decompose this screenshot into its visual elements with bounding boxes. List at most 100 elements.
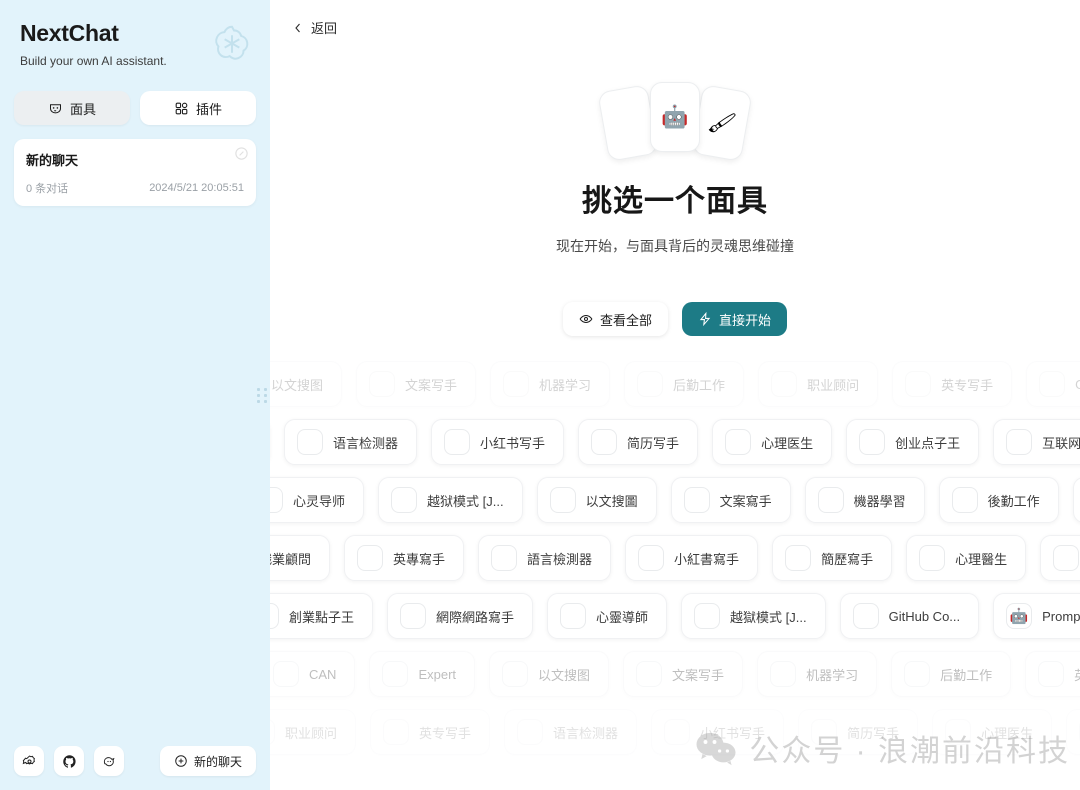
mask-row: 以文搜图 文案写手 机器学习 后勤工作 职业顾问 英专写手 Git <box>270 360 1080 408</box>
mask-avatar <box>383 719 410 745</box>
new-chat-button[interactable]: 新的聊天 <box>159 746 256 776</box>
mask-name: 機器學習 <box>853 493 906 509</box>
mask-card[interactable]: 文案寫手 <box>670 477 791 523</box>
brand-block: NextChat Build your own AI assistant. <box>14 20 256 69</box>
mask-card[interactable]: 简历写手 <box>798 709 919 755</box>
close-circle-icon[interactable] <box>234 146 249 161</box>
tab-plugins[interactable]: 插件 <box>140 91 256 126</box>
mask-name: 心理醫生 <box>955 551 1008 567</box>
start-now-button[interactable]: 直接开始 <box>682 302 788 336</box>
mask-name: 心理医生 <box>761 435 814 451</box>
mask-card[interactable]: 職業顧問 <box>1072 477 1080 523</box>
openai-logo-icon <box>210 22 254 66</box>
chat-list-item[interactable]: 新的聊天 0 条对话 2024/5/21 20:05:51 <box>14 139 256 207</box>
mask-card[interactable]: 越狱模式 [J... <box>378 477 523 523</box>
mask-card[interactable]: 后勤工作 <box>891 651 1012 697</box>
mask-card[interactable]: 網際網路寫手 <box>387 593 534 639</box>
mask-card[interactable]: 小红书写手 <box>431 419 565 465</box>
mask-name: 職業顧問 <box>270 551 312 567</box>
mask-name: 文案写手 <box>405 377 458 393</box>
mask-name: 後勤工作 <box>987 493 1040 509</box>
mask-card[interactable]: 心理醫生 <box>906 535 1027 581</box>
mask-avatar <box>637 371 664 397</box>
mask-card[interactable]: 職業顧問 <box>270 535 331 581</box>
mask-card[interactable]: 英专写 <box>1025 651 1080 697</box>
mask-card[interactable]: Expert <box>369 651 476 697</box>
mask-name: Expert <box>418 666 457 682</box>
mask-name: 以文搜圖 <box>585 493 638 509</box>
mask-card[interactable]: 以文搜图 <box>270 361 343 407</box>
mask-avatar <box>560 603 587 629</box>
mask-name: 后勤工作 <box>940 667 993 683</box>
mask-card[interactable]: 英专写手 <box>370 709 491 755</box>
mask-name: 简历写手 <box>847 725 900 741</box>
sidebar-resize-handle[interactable] <box>257 387 267 403</box>
github-button[interactable] <box>54 746 84 776</box>
mask-card[interactable]: 心灵导师 <box>270 477 365 523</box>
mask-card[interactable]: 机器学习 <box>490 361 611 407</box>
mask-card[interactable]: CAN <box>270 651 356 697</box>
mask-card[interactable]: 职业顾问 <box>270 709 357 755</box>
mask-avatar <box>852 603 879 629</box>
view-all-button[interactable]: 查看全部 <box>562 302 668 336</box>
new-chat-label: 新的聊天 <box>193 754 242 769</box>
mask-avatar <box>591 429 618 455</box>
mask-avatar <box>951 487 978 513</box>
mask-card[interactable]: 越獄模式 [J... <box>681 593 826 639</box>
mask-name: 创业点子王 <box>895 435 961 451</box>
sidebar: NextChat Build your own AI assistant. 面具… <box>0 0 270 790</box>
mask-card[interactable]: 簡歷寫手 <box>772 535 893 581</box>
mask-card[interactable]: 创业点子王 <box>846 419 980 465</box>
mask-card[interactable]: 心理医生 <box>932 709 1053 755</box>
mask-card[interactable]: 小红书写手 <box>651 709 785 755</box>
mask-card[interactable]: GitHub Co... <box>839 593 980 639</box>
hero-section: 🤖 🖌 挑选一个面具 现在开始，与面具背后的灵魂思维碰撞 查看全部 直接开始 <box>270 56 1080 336</box>
mask-card[interactable]: 創業點 <box>1040 535 1080 581</box>
mask-card[interactable]: 創業點子王 <box>270 593 374 639</box>
mask-card[interactable]: 文案写手 <box>356 361 477 407</box>
mask-avatar <box>771 371 798 397</box>
mask-card[interactable]: 英專寫手 <box>344 535 465 581</box>
mask-card[interactable]: 🤖 Prompt Im <box>993 593 1080 639</box>
mask-row: 职业顾问 英专写手 语言检测器 小红书写手 简历写手 心理医生 心理 <box>270 708 1080 756</box>
mask-card[interactable]: 语言检测器 <box>504 709 638 755</box>
chat-timestamp: 2024/5/21 20:05:51 <box>149 182 244 195</box>
mask-card[interactable]: 后勤工作 <box>624 361 745 407</box>
mask-name: 职业顾问 <box>807 377 860 393</box>
back-button[interactable]: 返回 <box>292 18 337 37</box>
mask-card[interactable]: 英专写手 <box>892 361 1013 407</box>
sidebar-tabs: 面具 插件 <box>14 91 256 126</box>
discord-button[interactable] <box>94 746 124 776</box>
mask-name: 心靈導師 <box>596 609 649 625</box>
mask-card[interactable]: Git <box>1026 361 1080 407</box>
hero-actions: 查看全部 直接开始 <box>270 302 1080 336</box>
tab-masks[interactable]: 面具 <box>14 91 130 126</box>
mask-card[interactable]: 文案写手 <box>623 651 744 697</box>
mask-card[interactable]: 语言检测器 <box>284 419 418 465</box>
page-title: 挑选一个面具 <box>582 185 768 218</box>
mask-card[interactable]: 小紅書寫手 <box>625 535 759 581</box>
mask-card[interactable]: 心理医生 <box>712 419 833 465</box>
mask-card[interactable]: 語言檢測器 <box>478 535 612 581</box>
github-icon <box>62 754 77 769</box>
hero-card-center: 🤖 <box>650 82 700 152</box>
mask-avatar <box>273 661 299 687</box>
mask-card[interactable]: 心靈導師 <box>547 593 668 639</box>
tab-masks-label: 面具 <box>69 101 96 117</box>
mask-name: 心灵导师 <box>293 493 346 509</box>
gear-icon <box>22 754 37 769</box>
mask-card[interactable]: 互联网写手 <box>993 419 1080 465</box>
mask-card[interactable]: 简历写手 <box>578 419 699 465</box>
mask-row: CAN Expert 以文搜图 文案写手 机器学习 后勤工作 英专写 <box>270 650 1080 698</box>
settings-button[interactable] <box>14 746 44 776</box>
mask-card[interactable]: 职业顾问 <box>758 361 879 407</box>
mask-card[interactable]: 以文搜圖 <box>536 477 657 523</box>
mask-card[interactable]: 後勤工作 <box>938 477 1059 523</box>
mask-avatar <box>270 719 275 745</box>
mask-avatar <box>945 719 972 745</box>
mask-card[interactable]: 机器学习 <box>757 651 878 697</box>
mask-card[interactable]: 以文搜图 <box>489 651 610 697</box>
mask-card[interactable]: 機器學習 <box>804 477 925 523</box>
mask-avatar <box>785 545 812 571</box>
mask-card[interactable]: 心理 <box>1066 709 1080 755</box>
